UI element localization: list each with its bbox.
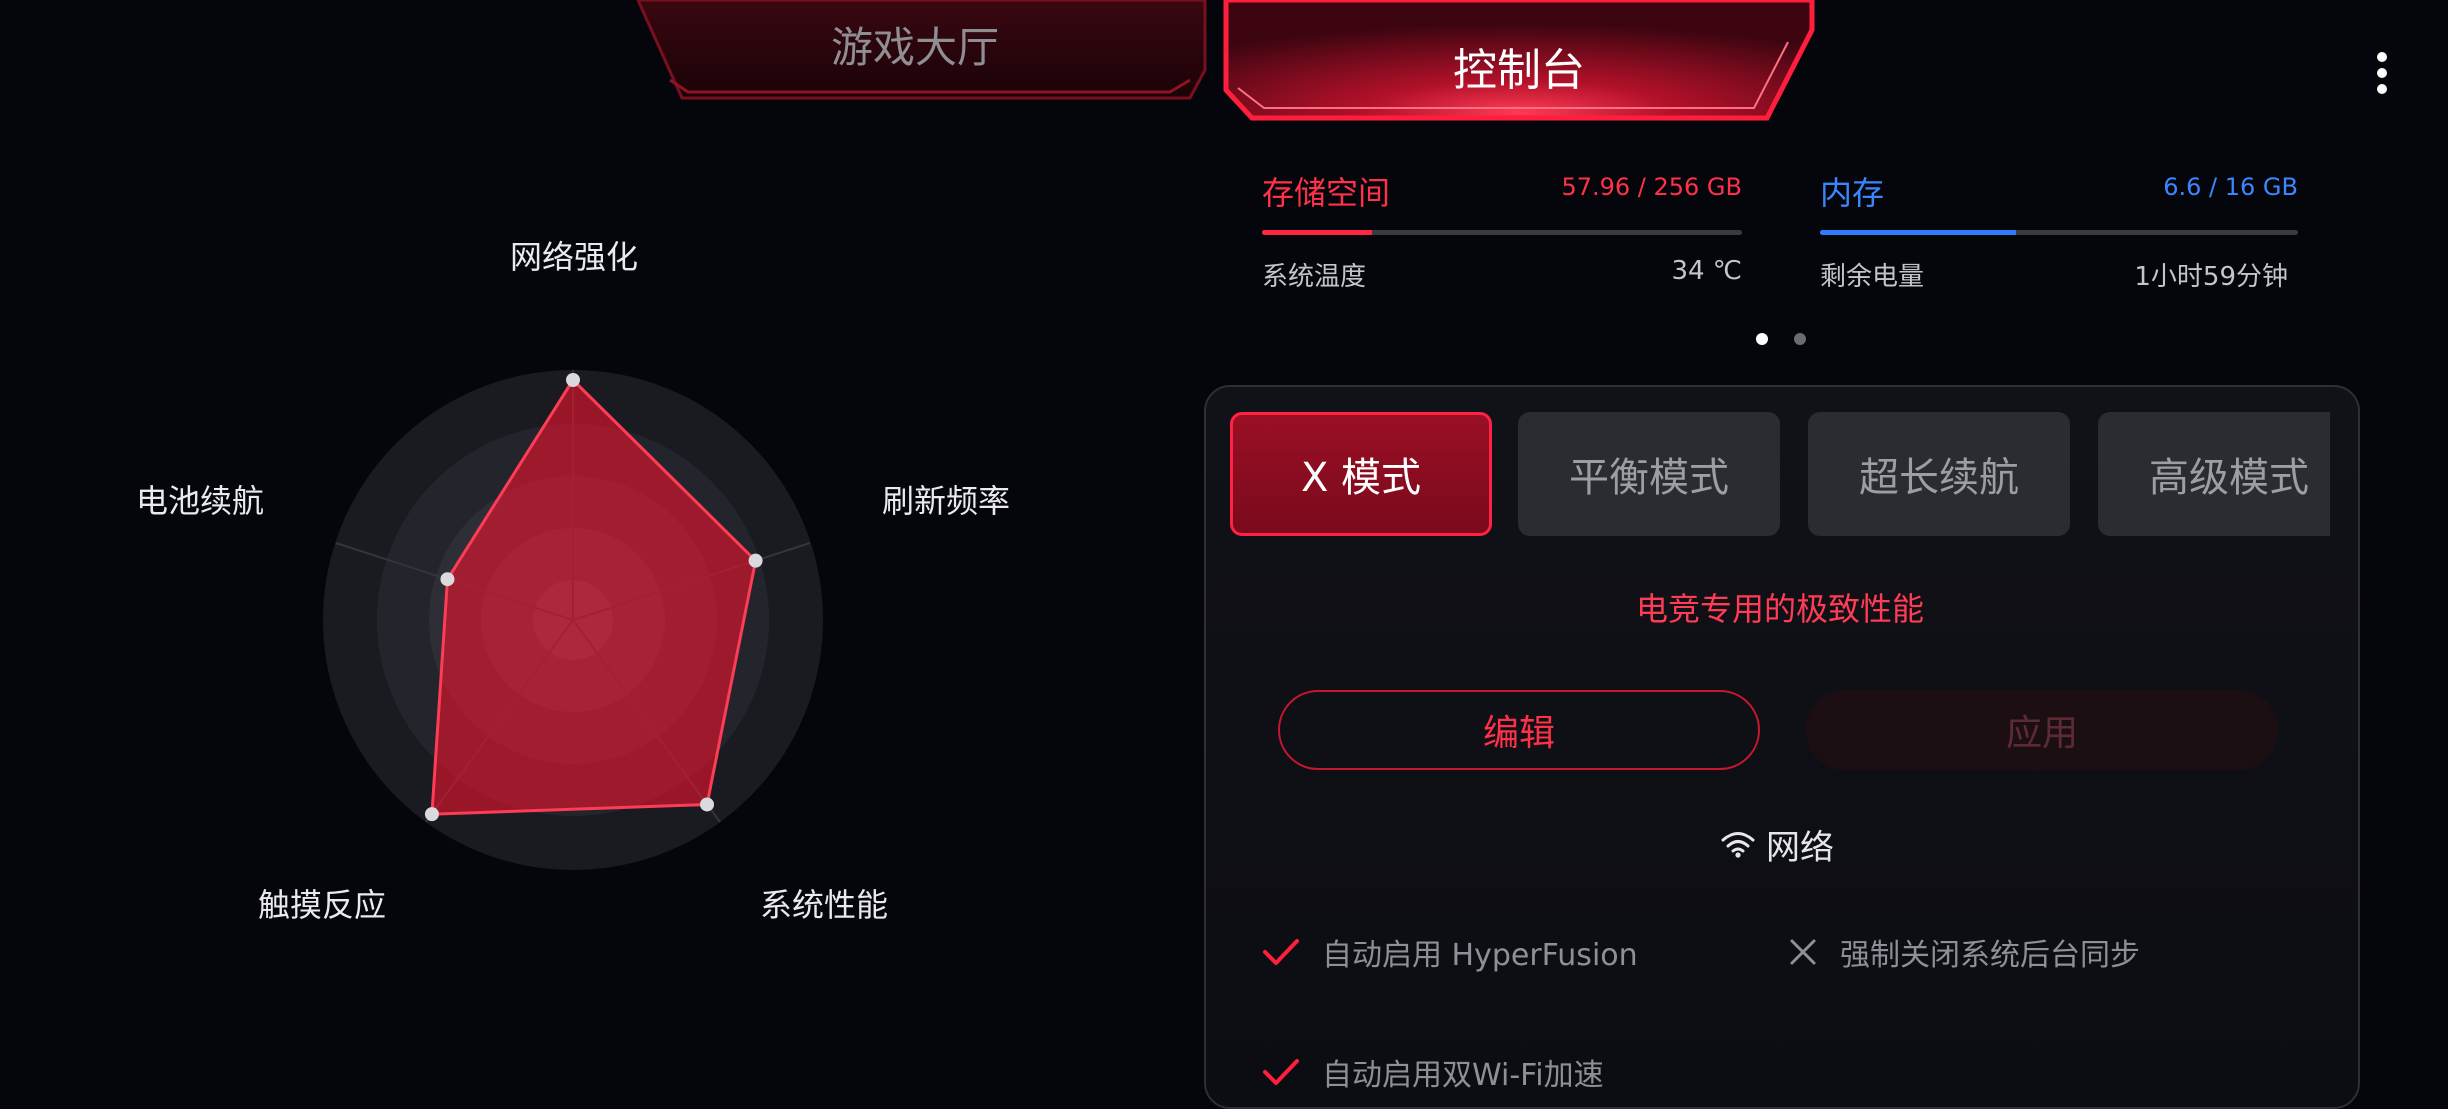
radar-label-refresh: 刷新频率 <box>882 482 1011 520</box>
temperature-label: 系统温度 <box>1262 262 1367 292</box>
tab-console[interactable]: 控制台 <box>1222 34 1816 98</box>
memory-label: 内存 <box>1820 174 1885 212</box>
radar-label-system: 系统性能 <box>760 886 889 924</box>
memory-bar <box>1820 230 2298 235</box>
network-section-title: 网络 <box>1766 827 1834 868</box>
network-section-header: 网络 <box>1720 820 1834 868</box>
memory-value: 6.6 / 16 GB <box>2163 173 2298 201</box>
mode-x-button[interactable]: X 模式 <box>1230 412 1492 536</box>
pager-dot-2[interactable] <box>1794 333 1806 345</box>
close-icon <box>1790 939 1816 965</box>
option-disable-background-sync-label: 强制关闭系统后台同步 <box>1840 938 2140 973</box>
radar-point-refresh <box>748 553 763 568</box>
pager-dot-1[interactable] <box>1756 333 1768 345</box>
radar-label-battery: 电池续航 <box>136 482 265 520</box>
edit-button[interactable]: 编辑 <box>1278 690 1760 770</box>
battery-remaining-label: 剩余电量 <box>1820 262 1925 292</box>
battery-remaining-value: 1小时59分钟 <box>2134 262 2288 292</box>
performance-radar-chart <box>323 370 823 870</box>
radar-point-touch <box>424 807 439 822</box>
mode-balanced-button[interactable]: 平衡模式 <box>1518 412 1780 536</box>
mode-tabs: X 模式 平衡模式 超长续航 高级模式 <box>1230 410 2330 540</box>
wifi-icon <box>1721 832 1755 858</box>
radar-point-network <box>566 373 580 387</box>
radar-point-system <box>700 797 715 812</box>
radar-label-network: 网络强化 <box>510 238 639 276</box>
mode-advanced-button[interactable]: 高级模式 <box>2098 412 2330 536</box>
more-options-icon[interactable] <box>2368 48 2396 98</box>
check-icon <box>1263 939 1299 965</box>
storage-value: 57.96 / 256 GB <box>1561 173 1742 201</box>
radar-point-battery <box>440 572 455 587</box>
storage-label: 存储空间 <box>1262 174 1391 212</box>
storage-bar <box>1262 230 1742 235</box>
mode-ultra-battery-button[interactable]: 超长续航 <box>1808 412 2070 536</box>
tab-game-lobby[interactable]: 游戏大厅 <box>630 14 1200 75</box>
radar-label-touch: 触摸反应 <box>258 886 387 924</box>
option-hyperfusion[interactable]: 自动启用 HyperFusion <box>1262 930 1638 974</box>
apply-button[interactable]: 应用 <box>1806 690 2278 770</box>
option-disable-background-sync[interactable]: 强制关闭系统后台同步 <box>1788 930 2140 974</box>
check-icon <box>1263 1059 1299 1085</box>
temperature-value: 34 ℃ <box>1671 256 1742 286</box>
option-hyperfusion-label: 自动启用 HyperFusion <box>1322 938 1638 973</box>
option-dual-wifi-label: 自动启用双Wi-Fi加速 <box>1322 1058 1604 1093</box>
option-dual-wifi[interactable]: 自动启用双Wi-Fi加速 <box>1262 1050 1604 1094</box>
mode-description: 电竞专用的极致性能 <box>1635 590 1924 628</box>
